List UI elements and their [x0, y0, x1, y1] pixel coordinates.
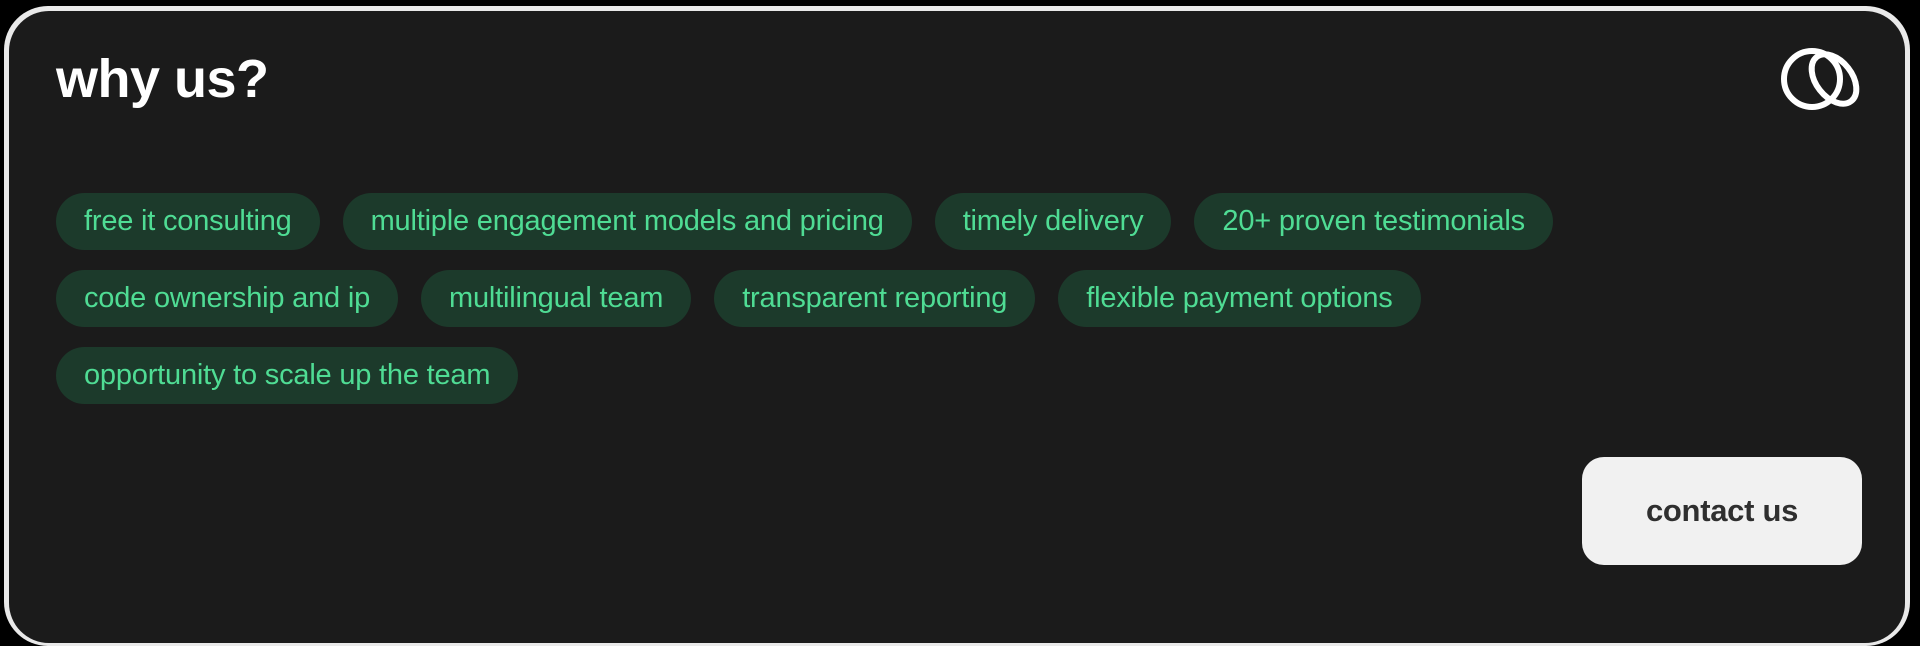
- tag-code-ownership-and-ip[interactable]: code ownership and ip: [56, 270, 398, 327]
- tag-multilingual-team[interactable]: multilingual team: [421, 270, 692, 327]
- page-title: why us?: [56, 49, 269, 109]
- tag-opportunity-to-scale-up-the-team[interactable]: opportunity to scale up the team: [56, 347, 519, 404]
- page-root: why us? free it consulting multiple enga…: [0, 0, 1920, 646]
- tag-timely-delivery[interactable]: timely delivery: [934, 193, 1172, 250]
- interlocked-circles-logo-icon: [1778, 35, 1862, 119]
- why-us-card: why us? free it consulting multiple enga…: [9, 11, 1905, 643]
- benefit-tag-list: free it consulting multiple engagement m…: [56, 193, 1616, 404]
- tag-flexible-payment-options[interactable]: flexible payment options: [1058, 270, 1421, 327]
- tag-transparent-reporting[interactable]: transparent reporting: [714, 270, 1036, 327]
- tag-free-it-consulting[interactable]: free it consulting: [56, 193, 320, 250]
- tag-multiple-engagement-models-pricing[interactable]: multiple engagement models and pricing: [342, 193, 912, 250]
- contact-us-button[interactable]: contact us: [1582, 457, 1862, 565]
- tag-20-plus-proven-testimonials[interactable]: 20+ proven testimonials: [1194, 193, 1553, 250]
